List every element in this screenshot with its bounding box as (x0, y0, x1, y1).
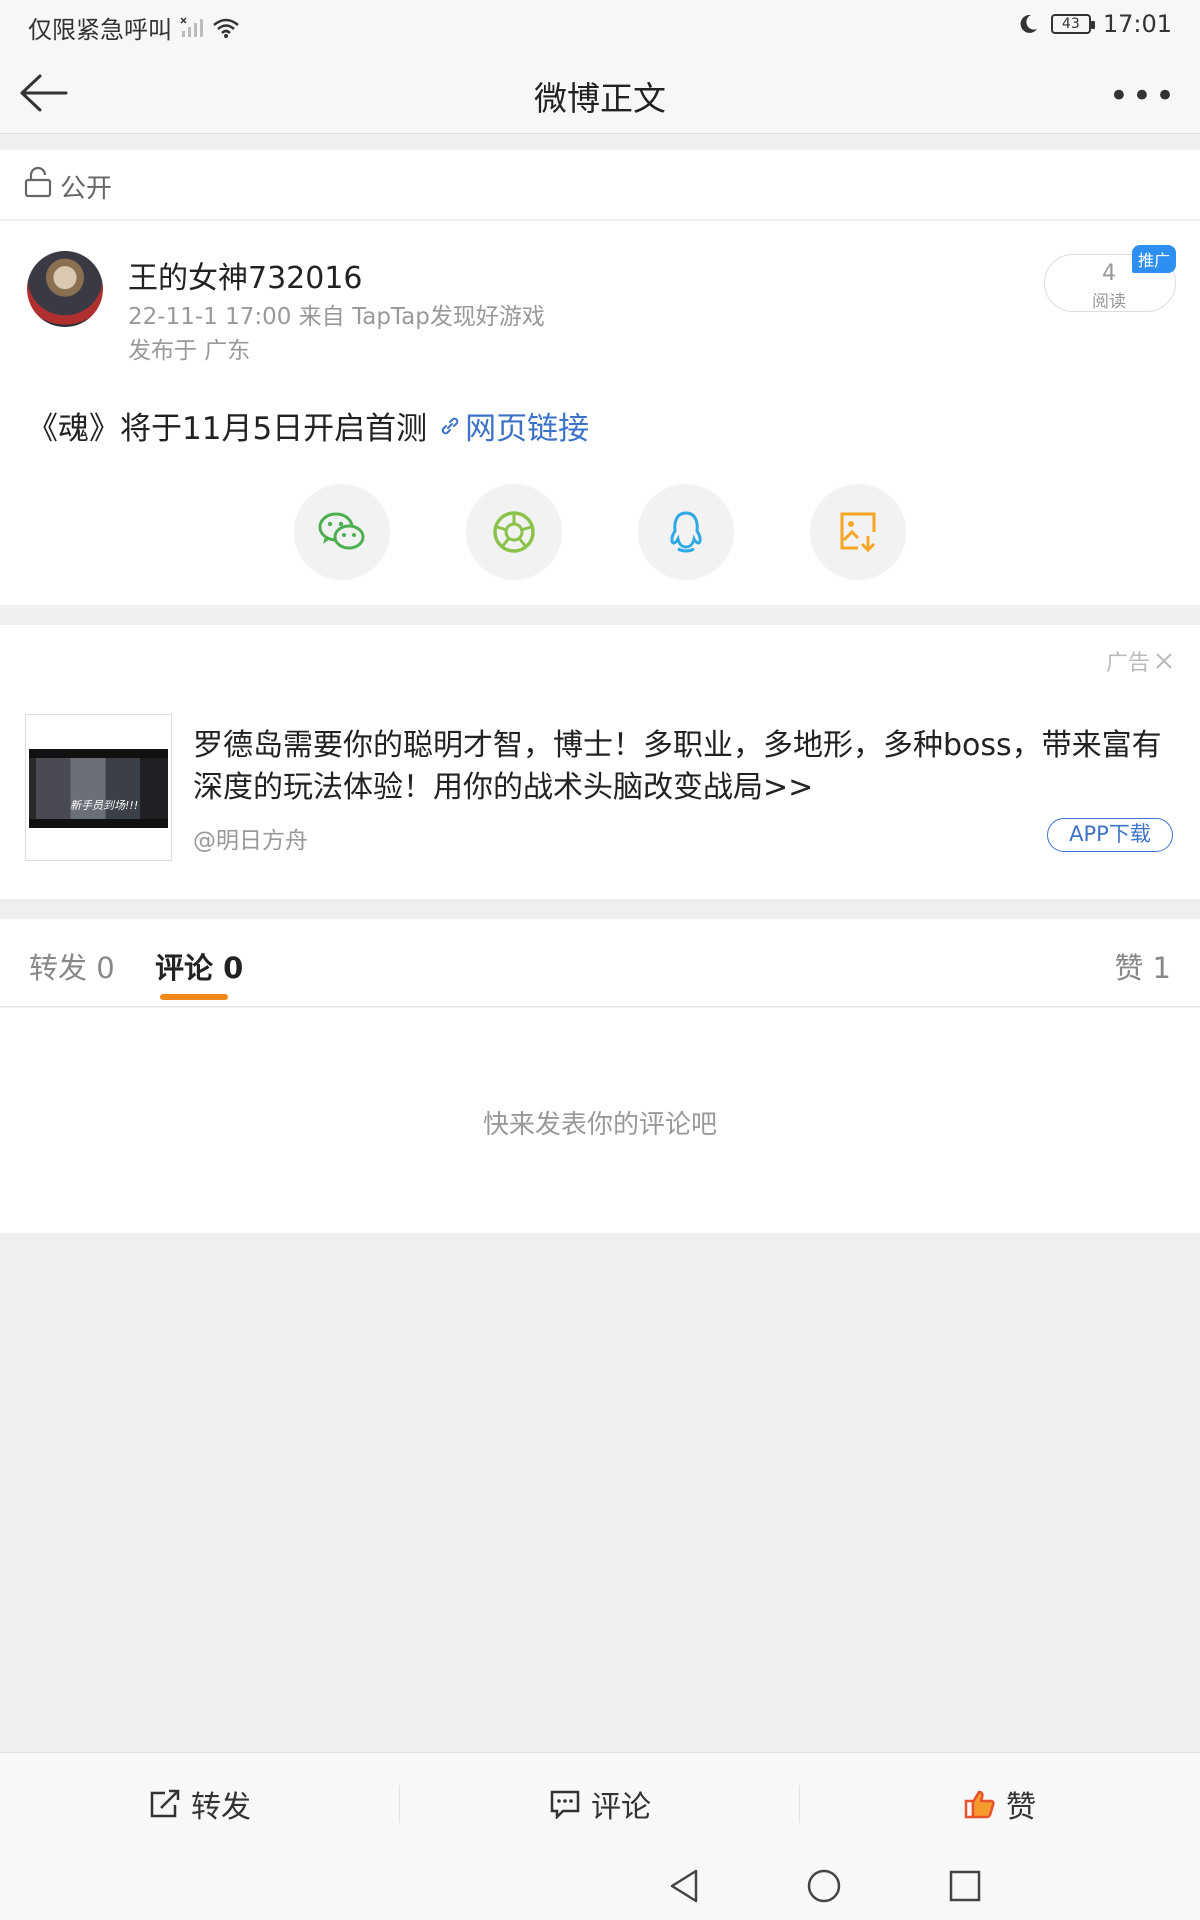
post-body: 《魂》将于11月5日开启首测 (27, 411, 428, 447)
thumbs-up-icon (964, 1790, 995, 1819)
ad-text[interactable]: 罗德岛需要你的聪明才智，博士！多职业，多地形，多种boss，带来富有深度的玩法体… (193, 725, 1173, 809)
signal-icon (180, 16, 203, 37)
moon-icon (1020, 14, 1037, 33)
wifi-icon (213, 18, 239, 38)
share-moments-button[interactable] (466, 484, 562, 580)
active-tab-indicator (160, 994, 228, 1000)
empty-comments-text: 快来发表你的评论吧 (482, 1110, 717, 1140)
unlock-icon (24, 166, 52, 198)
ad-source[interactable]: @明日方舟 (193, 821, 308, 855)
top-nav-bar: 微博正文 ••• (0, 52, 1200, 134)
close-icon[interactable] (1154, 651, 1174, 671)
home-circle-icon[interactable] (806, 1868, 842, 1904)
comment-button[interactable]: 评论 (400, 1753, 800, 1855)
like-label: 赞 (1006, 1790, 1036, 1825)
ad-thumbnail-image (29, 749, 168, 828)
share-qq-button[interactable] (638, 484, 734, 580)
repost-button[interactable]: 转发 (0, 1753, 400, 1855)
ad-card[interactable]: 广告 新手员到场!!! 罗德岛需要你的聪明才智，博士！多职业，多地形，多种bos… (0, 625, 1200, 899)
post-text: 《魂》将于11月5日开启首测 网页链接 (27, 403, 589, 448)
read-label: 阅读 (1092, 292, 1126, 312)
post-location: 发布于 广东 (128, 338, 251, 364)
privacy-row: 公开 (0, 150, 1200, 220)
tab-comment[interactable]: 评论 0 (155, 945, 243, 987)
web-link[interactable]: 网页链接 (439, 403, 589, 448)
comment-list: 快来发表你的评论吧 (0, 1008, 1200, 1233)
web-link-label: 网页链接 (465, 411, 590, 447)
ad-thumbnail-caption: 新手员到场!!! (70, 799, 139, 812)
comment-label: 评论 (591, 1790, 651, 1825)
battery-icon: 43 (1050, 14, 1095, 34)
qq-icon (670, 511, 702, 553)
ad-thumbnail[interactable]: 新手员到场!!! (25, 714, 172, 861)
tab-repost[interactable]: 转发 0 (29, 945, 115, 987)
bottom-toolbar: 转发 评论 赞 (0, 1752, 1200, 1854)
status-left: 仅限紧急呼叫 (28, 10, 240, 45)
system-nav-bar (0, 1854, 1200, 1920)
share-wechat-button[interactable] (294, 484, 390, 580)
save-image-button[interactable] (810, 484, 906, 580)
more-dots-icon[interactable]: ••• (1109, 76, 1178, 116)
like-button[interactable]: 赞 (800, 1753, 1200, 1855)
ad-label: 广告 (1105, 651, 1150, 676)
comment-icon (550, 1790, 580, 1819)
status-bar: 仅限紧急呼叫 43 17:01 (0, 0, 1200, 52)
post-card: 王的女神732016 22-11-1 17:00 来自 TapTap发现好游戏 … (0, 221, 1200, 605)
carrier-text: 仅限紧急呼叫 (28, 16, 172, 44)
wechat-icon (318, 512, 365, 550)
post-meta: 22-11-1 17:00 来自 TapTap发现好游戏 (128, 304, 545, 330)
promo-badge[interactable]: 推广 (1132, 245, 1177, 273)
author-name[interactable]: 王的女神732016 (128, 253, 363, 297)
ad-tag[interactable]: 广告 (1106, 645, 1174, 677)
avatar[interactable] (27, 251, 103, 327)
recents-square-icon[interactable] (948, 1869, 982, 1903)
repost-icon (150, 1789, 180, 1818)
clock: 17:01 (1102, 10, 1172, 38)
tab-like[interactable]: 赞 1 (1114, 945, 1171, 987)
status-right: 43 17:01 (1017, 10, 1172, 38)
moments-icon (493, 511, 535, 553)
link-icon (441, 417, 459, 434)
interaction-tabs: 转发 0 评论 0 赞 1 (0, 919, 1200, 1007)
repost-label: 转发 (191, 1790, 251, 1825)
privacy-label: 公开 (60, 174, 113, 204)
save-image-icon (840, 512, 876, 553)
back-triangle-icon[interactable] (668, 1868, 700, 1904)
app-download-button[interactable]: APP下载 (1047, 818, 1173, 852)
page-title: 微博正文 (534, 79, 666, 118)
